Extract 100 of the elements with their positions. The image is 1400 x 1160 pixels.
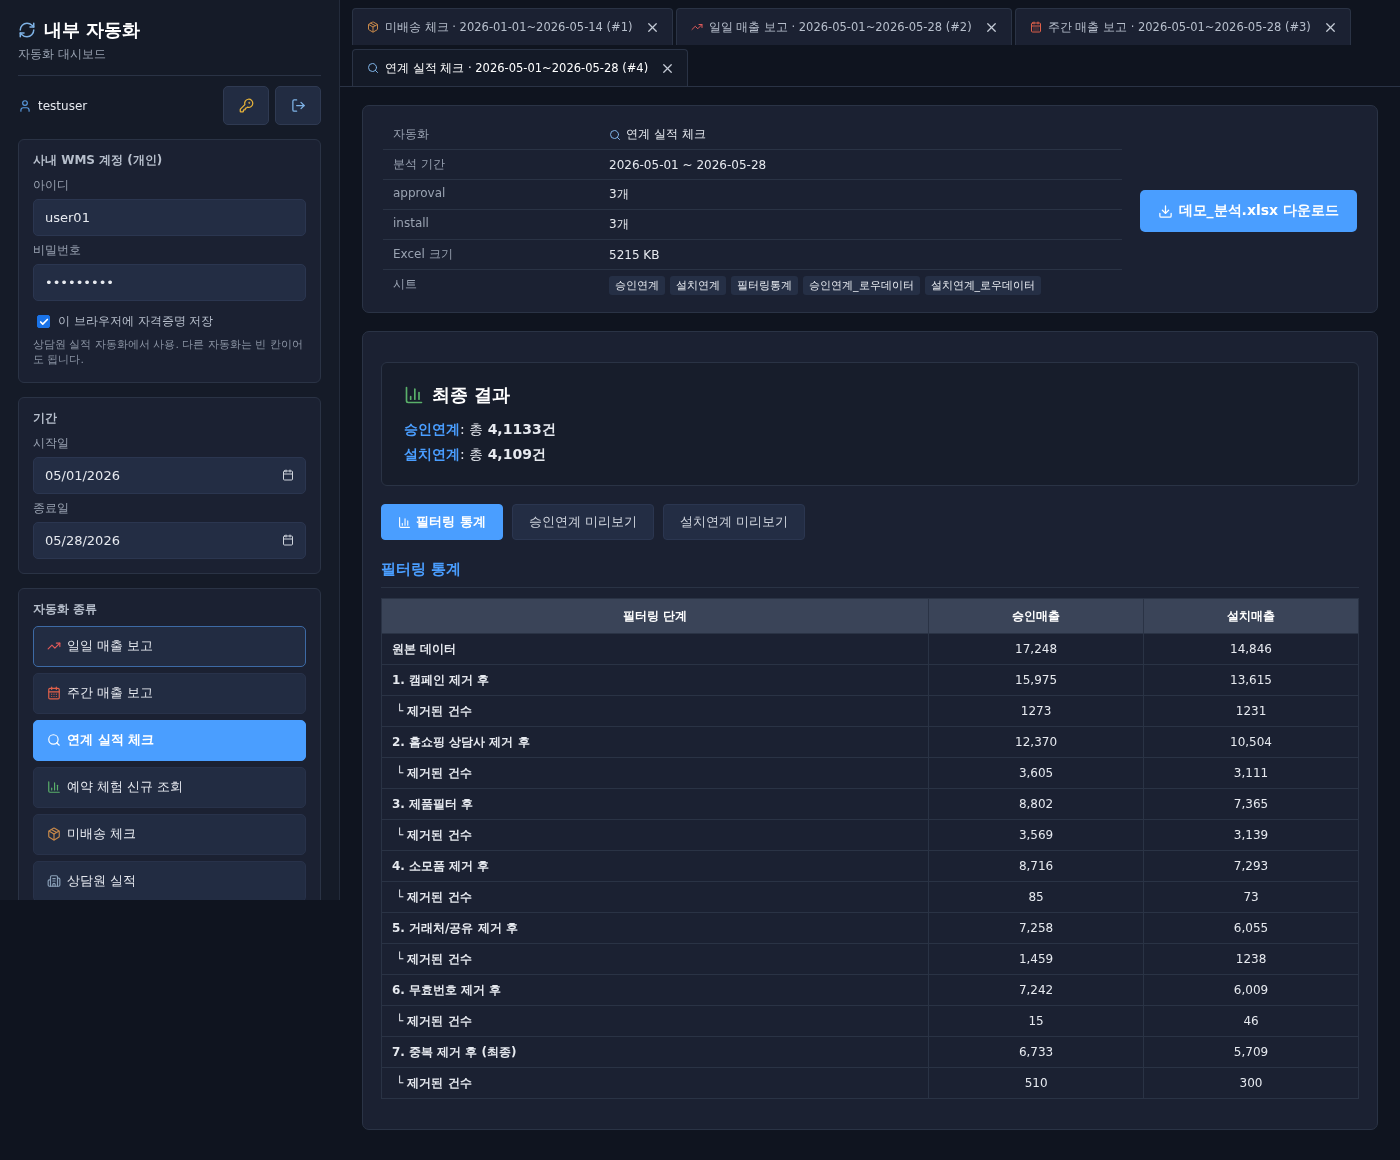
- sheet-tag: 승인연계_로우데이터: [803, 276, 920, 295]
- user-icon: [18, 98, 32, 113]
- table-cell: 원본 데이터: [381, 633, 929, 665]
- sheet-tag: 설치연계: [670, 276, 726, 295]
- card-title: 사내 WMS 계정 (개인): [33, 152, 164, 169]
- table-cell: 7,293: [1143, 850, 1359, 882]
- summary-value: 3개: [609, 180, 1122, 210]
- summary-key: 시트: [383, 270, 609, 302]
- search-icon: [367, 62, 379, 74]
- table-cell: 6. 무효번호 제거 후: [381, 974, 929, 1006]
- summary-value: 5215 KB: [609, 240, 1122, 270]
- logout-button[interactable]: [275, 86, 321, 125]
- download-icon: [1157, 203, 1173, 219]
- id-input-field[interactable]: user01: [33, 199, 306, 236]
- card-title: 기간: [33, 409, 58, 427]
- result-tab[interactable]: 일일 매출 보고 · 2026-05-01~2026-05-28 (#2): [675, 8, 1012, 45]
- table-cell: 8,716: [928, 850, 1144, 882]
- card-title: 자동화 종류: [33, 600, 99, 618]
- automation-item[interactable]: 일일 매출 보고: [33, 625, 306, 667]
- password-input-field[interactable]: •••••••••: [33, 264, 306, 301]
- trend-chart-icon: [690, 21, 703, 33]
- calendar-icon: [282, 534, 294, 547]
- table-cell: 14,846: [1143, 633, 1359, 665]
- table-cell: 7,258: [928, 912, 1144, 944]
- summary-key: 자동화: [383, 120, 609, 150]
- end-date-field[interactable]: 05/28/2026: [33, 521, 306, 559]
- building-icon: [47, 874, 61, 889]
- remember-checkbox[interactable]: [37, 315, 50, 328]
- calendar-icon: [47, 686, 61, 701]
- start-date-field[interactable]: 05/01/2026: [33, 456, 306, 494]
- logout-icon: [290, 98, 306, 113]
- table-cell: 1231: [1143, 695, 1359, 727]
- app-subtitle: 자동화 대시보드: [18, 46, 321, 76]
- table-cell: 510: [928, 1067, 1144, 1099]
- summary-key: install: [383, 210, 609, 240]
- field-label: 비밀번호: [33, 242, 82, 259]
- summary-value: 연계 실적 체크: [609, 120, 1122, 150]
- table-cell: 1273: [928, 695, 1144, 727]
- automation-item[interactable]: 예약 체험 신규 조회: [33, 766, 306, 808]
- tab-label: 연계 실적 체크 · 2026-05-01~2026-05-28 (#4): [385, 60, 649, 76]
- field-label: 시작일: [33, 434, 70, 452]
- section-title: 필터링 통계: [381, 560, 1359, 588]
- automation-item[interactable]: 미배송 체크: [33, 813, 306, 855]
- automation-item[interactable]: 주간 매출 보고: [33, 672, 306, 714]
- table-cell: 3,111: [1143, 757, 1359, 789]
- view-tab[interactable]: 승인연계 미리보기: [511, 504, 654, 540]
- result-tab[interactable]: 미배송 체크 · 2026-01-01~2026-05-14 (#1): [352, 8, 673, 45]
- table-cell: └ 제거된 건수: [381, 881, 929, 913]
- table-cell: 17,248: [928, 633, 1144, 665]
- username: testuser: [38, 98, 89, 113]
- result-line: 설치연계: 총 4,109건: [404, 445, 547, 464]
- table-cell: └ 제거된 건수: [381, 1067, 929, 1099]
- table-cell: 3,605: [928, 757, 1144, 789]
- table-cell: 13,615: [1143, 664, 1359, 696]
- automation-item[interactable]: 상담원 실적: [33, 860, 306, 900]
- tab-label: 미배송 체크 · 2026-01-01~2026-05-14 (#1): [385, 19, 633, 35]
- table-cell: 6,055: [1143, 912, 1359, 944]
- package-icon: [367, 21, 379, 33]
- refresh-icon: [18, 21, 36, 39]
- summary-key: Excel 크기: [383, 240, 609, 270]
- view-tab[interactable]: 설치연계 미리보기: [662, 504, 805, 540]
- table-cell: 7,242: [928, 974, 1144, 1006]
- table-cell: 3. 제품필터 후: [381, 788, 929, 820]
- key-icon: [238, 98, 254, 113]
- table-cell: 73: [1143, 881, 1359, 913]
- table-cell: 7. 중복 제거 후 (최종): [381, 1036, 929, 1068]
- search-icon: [609, 128, 621, 141]
- column-header: 설치매출: [1143, 598, 1359, 634]
- table-cell: 4. 소모품 제거 후: [381, 850, 929, 882]
- summary-key: approval: [383, 180, 609, 210]
- package-icon: [47, 827, 61, 842]
- bar-chart-icon: [404, 385, 424, 405]
- result-tab[interactable]: 주간 매출 보고 · 2026-05-01~2026-05-28 (#3): [1014, 8, 1351, 45]
- table-cell: 3,569: [928, 819, 1144, 851]
- table-cell: └ 제거된 건수: [381, 757, 929, 789]
- field-label: 종료일: [33, 499, 70, 517]
- table-cell: 15: [928, 1005, 1144, 1037]
- table-cell: 300: [1143, 1067, 1359, 1099]
- bar-chart-icon: [47, 780, 61, 795]
- table-cell: 6,733: [928, 1036, 1144, 1068]
- result-tab[interactable]: 연계 실적 체크 · 2026-05-01~2026-05-28 (#4): [352, 49, 689, 86]
- checkbox-label: 이 브라우저에 자격증명 저장: [58, 313, 214, 330]
- help-text: 상담원 실적 자동화에서 사용. 다른 자동화는 빈 칸이어도 됩니다.: [33, 338, 304, 368]
- result-line: 승인연계: 총 4,1133건: [404, 420, 557, 439]
- table-cell: 46: [1143, 1005, 1359, 1037]
- table-cell: 8,802: [928, 788, 1144, 820]
- table-cell: 5,709: [1143, 1036, 1359, 1068]
- sheet-tag: 필터링통계: [731, 276, 798, 295]
- calendar-icon: [1029, 21, 1042, 33]
- sheet-tag: 승인연계: [609, 276, 665, 295]
- table-cell: 12,370: [928, 726, 1144, 758]
- table-cell: 2. 홈쇼핑 상담사 제거 후: [381, 726, 929, 758]
- table-cell: 1238: [1143, 943, 1359, 975]
- key-button[interactable]: [223, 86, 269, 125]
- bar-chart-icon: [398, 515, 411, 529]
- table-cell: 15,975: [928, 664, 1144, 696]
- calendar-icon: [282, 469, 294, 482]
- table-cell: 5. 거래처/공유 제거 후: [381, 912, 929, 944]
- summary-key: 분석 기간: [383, 150, 609, 180]
- table-cell: 1. 캠페인 제거 후: [381, 664, 929, 696]
